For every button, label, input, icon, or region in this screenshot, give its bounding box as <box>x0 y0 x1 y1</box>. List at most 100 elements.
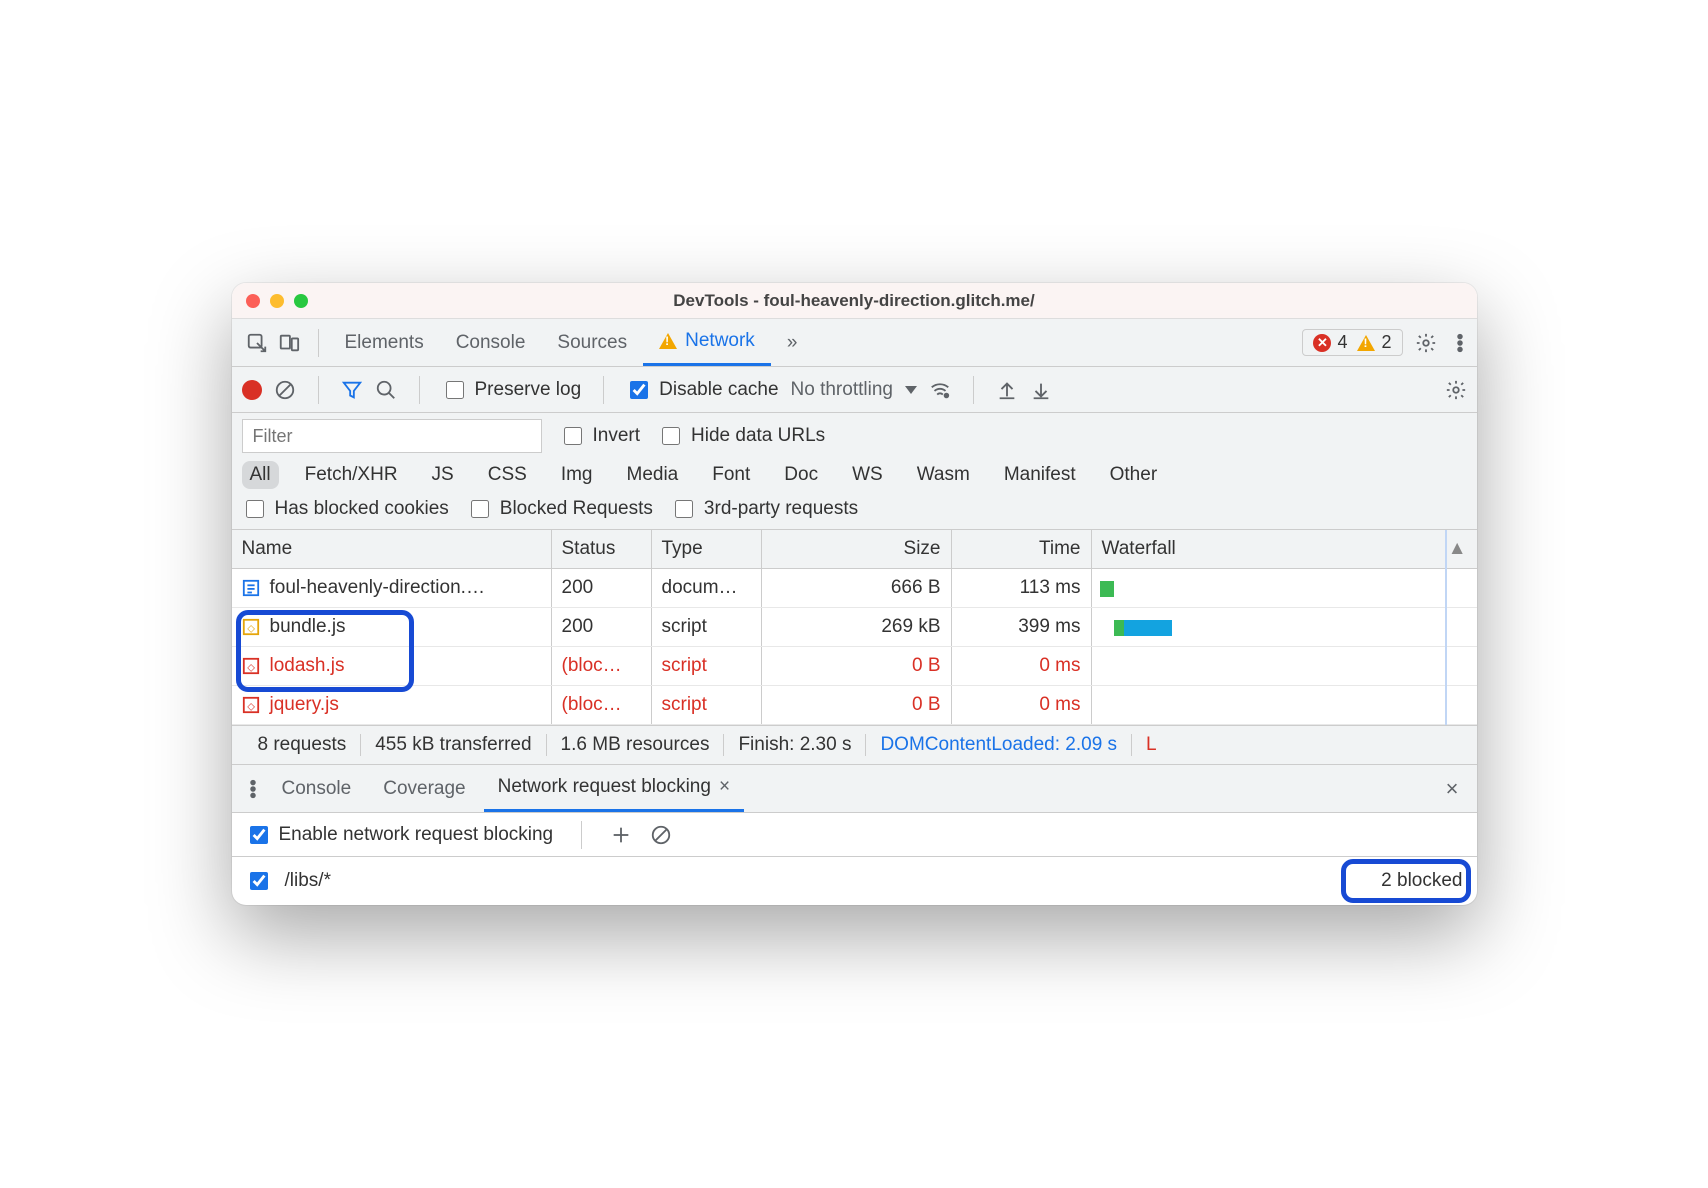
filter-icon[interactable] <box>341 379 363 401</box>
type-filter-js[interactable]: JS <box>424 461 462 489</box>
type-filter-media[interactable]: Media <box>619 461 687 489</box>
hide-data-urls-label: Hide data URLs <box>691 425 825 447</box>
blocking-pattern-row[interactable]: /libs/* 2 blocked <box>232 857 1477 905</box>
disable-cache-label: Disable cache <box>659 379 778 401</box>
col-status[interactable]: Status <box>552 530 652 568</box>
svg-text:◇: ◇ <box>247 663 255 674</box>
type-filter-manifest[interactable]: Manifest <box>996 461 1084 489</box>
drawer-tab-blocking[interactable]: Network request blocking × <box>484 765 744 812</box>
cell-name: jquery.js <box>270 694 339 716</box>
type-filter-img[interactable]: Img <box>553 461 601 489</box>
inspect-icon[interactable] <box>246 332 268 354</box>
hide-data-urls-checkbox[interactable]: Hide data URLs <box>658 424 825 448</box>
kebab-icon[interactable] <box>1449 332 1471 354</box>
col-waterfall-label: Waterfall <box>1102 538 1176 560</box>
col-type[interactable]: Type <box>652 530 762 568</box>
col-waterfall[interactable]: Waterfall ▲ <box>1092 530 1477 568</box>
drawer-tabbar: Console Coverage Network request blockin… <box>232 765 1477 813</box>
divider <box>603 376 604 404</box>
summary-dcl: DOMContentLoaded: 2.09 s <box>866 734 1132 756</box>
script-icon: ◇ <box>242 657 260 675</box>
network-conditions-icon[interactable] <box>929 379 951 401</box>
filter-input[interactable] <box>242 419 542 453</box>
table-header: Name Status Type Size Time Waterfall ▲ <box>232 530 1477 569</box>
tab-network[interactable]: Network <box>643 319 771 366</box>
close-window-icon[interactable] <box>246 294 260 308</box>
third-party-checkbox[interactable]: 3rd-party requests <box>671 497 858 521</box>
summary-finish: Finish: 2.30 s <box>724 734 866 756</box>
titlebar: DevTools - foul-heavenly-direction.glitc… <box>232 283 1477 319</box>
tab-network-label: Network <box>685 330 755 352</box>
throttling-label: No throttling <box>791 379 893 401</box>
tab-console[interactable]: Console <box>440 319 542 366</box>
type-filter-other[interactable]: Other <box>1102 461 1166 489</box>
drawer-tab-coverage[interactable]: Coverage <box>369 765 479 812</box>
error-icon: ✕ <box>1313 334 1331 352</box>
gear-icon[interactable] <box>1445 379 1467 401</box>
cell-name: foul-heavenly-direction.… <box>270 577 485 599</box>
cell-waterfall <box>1092 608 1477 646</box>
table-row[interactable]: ◇bundle.js 200 script 269 kB 399 ms <box>232 608 1477 647</box>
cell-name: lodash.js <box>270 655 345 677</box>
drawer-tab-console[interactable]: Console <box>268 765 366 812</box>
invert-checkbox[interactable]: Invert <box>560 424 641 448</box>
type-filter-doc[interactable]: Doc <box>776 461 826 489</box>
type-filter-font[interactable]: Font <box>704 461 758 489</box>
table-row[interactable]: foul-heavenly-direction.… 200 docum… 666… <box>232 569 1477 608</box>
close-drawer-icon[interactable]: × <box>1438 776 1467 802</box>
col-size[interactable]: Size <box>762 530 952 568</box>
cell-waterfall <box>1092 686 1477 724</box>
close-tab-icon[interactable]: × <box>719 776 730 798</box>
sort-icon: ▲ <box>1448 538 1467 560</box>
network-toolbar: Preserve log Disable cache No throttling <box>232 367 1477 413</box>
blocking-toolbar: Enable network request blocking <box>232 813 1477 857</box>
summary-bar: 8 requests 455 kB transferred 1.6 MB res… <box>232 725 1477 765</box>
clear-icon[interactable] <box>274 379 296 401</box>
cell-type: script <box>652 686 762 724</box>
cell-type: script <box>652 608 762 646</box>
maximize-window-icon[interactable] <box>294 294 308 308</box>
record-button[interactable] <box>242 380 262 400</box>
minimize-window-icon[interactable] <box>270 294 284 308</box>
download-icon[interactable] <box>1030 379 1052 401</box>
tab-elements[interactable]: Elements <box>329 319 440 366</box>
window-controls <box>246 294 308 308</box>
pattern-checkbox[interactable] <box>250 872 268 890</box>
cell-size: 666 B <box>762 569 952 607</box>
type-filter-ws[interactable]: WS <box>844 461 891 489</box>
col-name[interactable]: Name <box>232 530 552 568</box>
type-filter-wasm[interactable]: Wasm <box>909 461 978 489</box>
issue-counts[interactable]: ✕ 4 2 <box>1302 329 1402 356</box>
kebab-icon[interactable] <box>242 778 264 800</box>
preserve-log-label: Preserve log <box>475 379 582 401</box>
cell-type: docum… <box>652 569 762 607</box>
blocked-requests-label: Blocked Requests <box>500 498 653 520</box>
chevron-down-icon[interactable] <box>905 386 917 394</box>
table-row[interactable]: ◇lodash.js (bloc… script 0 B 0 ms <box>232 647 1477 686</box>
disable-cache-checkbox[interactable]: Disable cache <box>626 378 778 402</box>
divider <box>318 329 319 357</box>
throttling-select[interactable]: No throttling <box>791 379 893 401</box>
script-icon: ◇ <box>242 618 260 636</box>
tab-sources[interactable]: Sources <box>541 319 643 366</box>
cell-time: 113 ms <box>952 569 1092 607</box>
add-pattern-icon[interactable] <box>610 824 632 846</box>
clear-patterns-icon[interactable] <box>650 824 672 846</box>
has-blocked-cookies-checkbox[interactable]: Has blocked cookies <box>242 497 449 521</box>
divider <box>581 821 582 849</box>
drawer-tab-blocking-label: Network request blocking <box>498 776 711 798</box>
summary-resources: 1.6 MB resources <box>547 734 725 756</box>
table-row[interactable]: ◇jquery.js (bloc… script 0 B 0 ms <box>232 686 1477 725</box>
enable-blocking-checkbox[interactable]: Enable network request blocking <box>246 823 554 847</box>
col-time[interactable]: Time <box>952 530 1092 568</box>
preserve-log-checkbox[interactable]: Preserve log <box>442 378 582 402</box>
blocked-requests-checkbox[interactable]: Blocked Requests <box>467 497 653 521</box>
tab-more[interactable]: » <box>771 319 814 366</box>
type-filter-all[interactable]: All <box>242 461 279 489</box>
type-filter-css[interactable]: CSS <box>480 461 535 489</box>
type-filter-fetchxhr[interactable]: Fetch/XHR <box>297 461 406 489</box>
search-icon[interactable] <box>375 379 397 401</box>
device-toggle-icon[interactable] <box>278 332 300 354</box>
upload-icon[interactable] <box>996 379 1018 401</box>
gear-icon[interactable] <box>1415 332 1437 354</box>
